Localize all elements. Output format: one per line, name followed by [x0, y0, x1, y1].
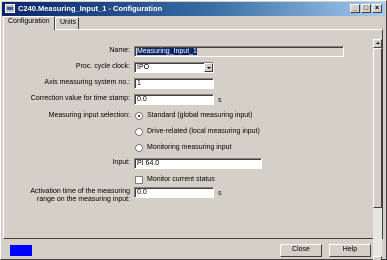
window-title: C240.Measuring_Input_1 - Configuration [18, 4, 163, 13]
configuration-panel: Name: Measuring_Input_1 Proc. cycle cloc… [3, 29, 383, 239]
activation-unit: s [218, 190, 222, 197]
name-field[interactable]: Measuring_Input_1 [134, 46, 344, 57]
maximize-button[interactable]: □ [361, 4, 371, 13]
tab-units[interactable]: Units [55, 17, 79, 29]
selection-label: Measuring input selection: [48, 112, 130, 119]
radio-drive-related[interactable] [135, 128, 143, 136]
correction-unit: s [218, 97, 222, 104]
activation-label-line1: Activation time of the measuring [30, 188, 130, 195]
input-label: Input: [112, 159, 130, 166]
title-bar[interactable]: C240.Measuring_Input_1 - Configuration _… [2, 2, 385, 16]
configuration-window: C240.Measuring_Input_1 - Configuration _… [0, 0, 387, 260]
scroll-down-icon[interactable] [373, 256, 382, 260]
app-icon [5, 4, 15, 13]
name-label: Name: [109, 47, 130, 54]
correction-field[interactable]: 0.0 [134, 94, 214, 105]
help-button[interactable]: Help [329, 244, 371, 257]
activation-label-line2: range on the measuring input: [36, 196, 130, 203]
scroll-thumb[interactable] [373, 48, 382, 208]
scroll-up-icon[interactable] [373, 39, 382, 48]
correction-label: Correction value for time stamp: [30, 95, 130, 102]
vertical-scrollbar[interactable] [373, 39, 382, 260]
monitor-checkbox[interactable] [135, 176, 143, 184]
proc-cycle-select[interactable]: IPO [134, 62, 214, 73]
close-button[interactable]: Close [280, 244, 322, 257]
scroll-track[interactable] [373, 48, 382, 256]
radio-monitoring[interactable] [135, 144, 143, 152]
proc-cycle-label: Proc. cycle clock: [75, 63, 130, 70]
tab-configuration[interactable]: Configuration [3, 16, 55, 30]
radio-standard[interactable] [135, 112, 143, 120]
close-window-button[interactable]: × [372, 4, 382, 13]
radio-monitoring-label: Monitoring measuring input [147, 144, 232, 151]
activation-field[interactable]: 0.0 [134, 187, 214, 198]
axis-field[interactable]: 1 [134, 78, 214, 89]
input-field[interactable]: PI 64.0 [134, 158, 262, 169]
chevron-down-icon[interactable] [204, 63, 213, 72]
radio-standard-label: Standard (global measuring input) [147, 112, 253, 119]
radio-drive-related-label: Drive-related (local measuring input) [147, 128, 260, 135]
axis-label: Axis measuring system no.: [44, 79, 130, 86]
monitor-label: Monitor current status [147, 176, 215, 183]
name-value: Measuring_Input_1 [137, 48, 197, 55]
status-indicator [10, 245, 32, 256]
proc-cycle-value: IPO [137, 64, 150, 71]
minimize-button[interactable]: _ [350, 4, 360, 13]
